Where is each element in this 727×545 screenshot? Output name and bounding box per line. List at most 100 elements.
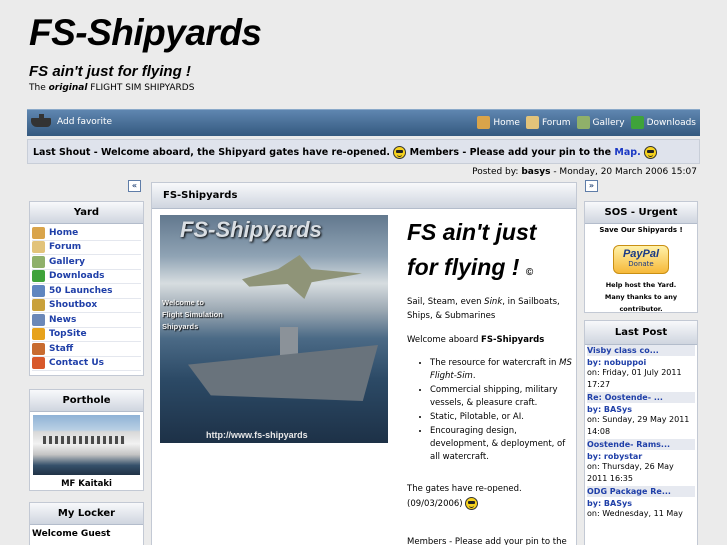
posted-by: Posted by: basys - Monday, 20 March 2006…	[472, 167, 697, 177]
post-date: on: Wednesday, 11 May	[587, 509, 683, 518]
shout-prefix: Last Shout - Welcome aboard, the Shipyar…	[33, 147, 391, 158]
yard-item-gallery[interactable]: Gallery	[32, 255, 141, 270]
collapse-left-icon[interactable]: «	[128, 180, 141, 192]
jet-shape	[242, 255, 362, 299]
last-post-block: Last Post Visby class co... by: nobuppoi o…	[584, 320, 698, 545]
yard-item-shoutbox[interactable]: Shoutbox	[32, 299, 141, 313]
downloads-icon	[630, 116, 644, 129]
porthole-caption: MF Kaitaki	[61, 479, 112, 489]
welcome-text: Welcome aboard FS-Shipyards	[407, 335, 544, 345]
sos-thanks-line: Many thanks to any contributor.	[604, 293, 678, 313]
post-author-link[interactable]: by: robystar	[587, 450, 695, 461]
main-content: FS-Shipyards FS-Shipyards Welcome to Fli…	[151, 182, 577, 545]
feature-text: The resource for watercraft in	[430, 358, 560, 368]
gates-line: The gates have re-opened.	[407, 484, 522, 494]
intro-text: Sail, Steam, even Sink, in Sailboats, Sh…	[407, 295, 577, 323]
intro-sink: Sink	[484, 297, 503, 307]
news-icon	[32, 313, 45, 326]
collapse-right-icon[interactable]: »	[585, 180, 598, 192]
yard-item-forum[interactable]: Forum	[32, 241, 141, 255]
shipyard-banner-image: FS-Shipyards Welcome to Flight Simulatio…	[160, 215, 388, 443]
post-title-link[interactable]: Re: Oostende- ...	[587, 392, 695, 403]
add-favorite-link[interactable]: Add favorite	[31, 113, 113, 127]
post-date: on: Thursday, 26 May 2011 16:35	[587, 462, 674, 483]
yard-item-label: Downloads	[49, 271, 105, 282]
staff-icon	[32, 342, 45, 355]
site-subtitle-prefix: The	[29, 83, 49, 93]
yard-item-staff[interactable]: Staff	[32, 342, 141, 357]
nav-gallery-link[interactable]: Gallery	[576, 116, 625, 129]
shout-middle: Members - Please add your pin to the	[409, 147, 612, 158]
yard-item-label: Home	[49, 227, 79, 238]
post-author-link[interactable]: by: nobuppoi	[587, 356, 695, 367]
downloads-icon	[32, 270, 45, 283]
contact-icon	[32, 357, 45, 370]
banner-text: Welcome to Flight Simulation Shipyards	[162, 298, 223, 331]
post-date: on: Sunday, 29 May 2011 14:08	[587, 415, 690, 436]
nav-forum-link[interactable]: Forum	[525, 116, 571, 129]
paypal-donate-button[interactable]: PayPal Donate	[613, 245, 669, 274]
yard-menu-list: Home Forum Gallery Downloads 50 Launches Shou…	[30, 224, 143, 371]
welcome-prefix: Welcome aboard	[407, 335, 482, 345]
yard-title: Yard	[30, 202, 143, 224]
feature-item: Encouraging design, development, & deplo…	[430, 425, 573, 464]
yard-item-contact-us[interactable]: Contact Us	[32, 357, 141, 371]
feature-text: Static, Pilotable, or AI.	[430, 412, 524, 422]
yard-item-label: Forum	[49, 242, 82, 253]
yard-item-label: News	[49, 314, 77, 325]
yard-item-label: Contact Us	[49, 358, 105, 369]
nav-downloads-link[interactable]: Downloads	[630, 116, 696, 129]
banner-title: FS-Shipyards	[180, 217, 322, 242]
gallery-icon	[576, 116, 590, 129]
copyright-icon: ©	[525, 267, 534, 278]
sos-title: SOS - Urgent	[585, 202, 697, 224]
map-link[interactable]: Map.	[614, 147, 640, 158]
feature-text: Commercial shipping, military vessels, &…	[430, 385, 558, 408]
welcome-name: FS-Shipyards	[481, 335, 545, 345]
last-shout-bar: Last Shout - Welcome aboard, the Shipyar…	[27, 139, 700, 164]
post-author-link[interactable]: by: BASys	[587, 403, 695, 414]
post-author-link[interactable]: by: BASys	[587, 497, 695, 508]
yard-item-label: 50 Launches	[49, 285, 113, 296]
site-subtitle-rest: FLIGHT SIM SHIPYARDS	[87, 83, 195, 93]
yard-item-topsite[interactable]: TopSite	[32, 328, 141, 342]
post-date: on: Friday, 01 July 2011 17:27	[587, 368, 682, 389]
site-slogan: FS ain't just for flying !	[29, 63, 191, 80]
donate-label: Donate	[628, 260, 654, 268]
locker-title: My Locker	[30, 503, 143, 525]
yard-item-downloads[interactable]: Downloads	[32, 270, 141, 284]
yard-item-label: Staff	[49, 343, 74, 354]
ferry-photo[interactable]	[33, 415, 140, 475]
top-navbar: Add favorite Home Forum Gallery Downloads	[27, 109, 700, 136]
site-subtitle-original: original	[48, 83, 88, 93]
sos-help-text: Help host the Yard. Many thanks to any c…	[585, 279, 697, 315]
sos-block: SOS - Urgent Save Our Shipyards ! PayPal…	[584, 201, 698, 313]
feature-item: Static, Pilotable, or AI.	[430, 411, 573, 424]
post-title-link[interactable]: Visby class co...	[587, 345, 695, 356]
shoutbox-icon	[32, 299, 45, 312]
add-favorite-label: Add favorite	[57, 117, 113, 127]
yard-menu: Yard Home Forum Gallery Downloads 50 Launche…	[29, 201, 144, 376]
post-title-link[interactable]: Oostende- Rams...	[587, 439, 695, 450]
launches-icon	[32, 284, 45, 297]
cool-smiley-icon	[393, 146, 407, 159]
nav-link-label: Forum	[541, 117, 571, 128]
gates-date: (09/03/2006)	[407, 499, 463, 509]
posted-author[interactable]: basys	[521, 167, 550, 177]
last-post-list: Visby class co... by: nobuppoi on: Friday,…	[585, 345, 697, 521]
gallery-icon	[32, 255, 45, 268]
ship-icon	[31, 113, 51, 127]
posted-label: Posted by:	[472, 167, 519, 177]
yard-item-50-launches[interactable]: 50 Launches	[32, 284, 141, 299]
post-title-link[interactable]: ODG Package Re...	[587, 486, 695, 497]
members-text: Members - Please add your pin to the	[407, 537, 567, 545]
yard-item-news[interactable]: News	[32, 313, 141, 328]
tagline: FS ain't just for flying ! ©	[407, 215, 567, 290]
nav-home-link[interactable]: Home	[477, 116, 520, 129]
carrier-tower-shape	[280, 327, 298, 355]
yard-item-label: Gallery	[49, 256, 86, 267]
gates-date-line: (09/03/2006)	[407, 497, 522, 512]
nav-link-label: Home	[493, 117, 520, 128]
yard-item-home[interactable]: Home	[32, 226, 141, 241]
feature-item: The resource for watercraft in MS Flight…	[430, 357, 573, 383]
